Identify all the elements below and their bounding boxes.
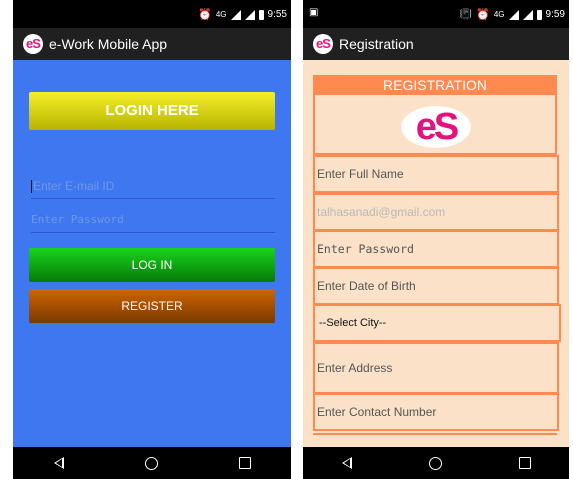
status-bar: ⏰ 4G 9:55: [13, 0, 291, 28]
status-bar: ▣ 📳 ⏰ 4G 9:59: [303, 0, 569, 28]
alarm-icon: ⏰: [476, 9, 490, 21]
status-icons: ⏰ 4G 9:55: [198, 8, 287, 21]
status-icons: 📳 ⏰ 4G 9:59: [460, 8, 565, 21]
app-bar: eS e-Work Mobile App: [13, 28, 291, 60]
contact-number-field[interactable]: Enter Contact Number: [313, 393, 559, 431]
email-field[interactable]: Enter E-mail ID: [31, 174, 275, 199]
form-header: REGISTRATION: [313, 75, 557, 95]
password-placeholder: Enter Password: [31, 213, 124, 226]
brand-logo: eS: [401, 106, 471, 148]
battery-icon: [258, 9, 264, 20]
image-notification-icon: ▣: [309, 7, 319, 18]
register-button[interactable]: REGISTER: [29, 289, 275, 323]
password-field[interactable]: Enter Password: [31, 208, 275, 233]
full-name-field[interactable]: Enter Full Name: [313, 155, 559, 193]
email-placeholder: Enter E-mail ID: [33, 179, 115, 193]
login-content: LOGIN HERE Enter E-mail ID Enter Passwor…: [13, 60, 291, 447]
registration-screen: ▣ 📳 ⏰ 4G 9:59 eS Registration REGISTRATI…: [303, 0, 569, 479]
battery-icon: [536, 9, 542, 20]
login-screen: ⏰ 4G 9:55 eS e-Work Mobile App LOGIN HER…: [13, 0, 291, 479]
address-placeholder: Enter Address: [317, 361, 393, 375]
password-field[interactable]: Enter Password: [313, 230, 559, 268]
home-icon[interactable]: [428, 456, 442, 470]
full-name-placeholder: Enter Full Name: [317, 167, 404, 181]
dob-placeholder: Enter Date of Birth: [317, 279, 416, 293]
clock: 9:59: [545, 9, 565, 20]
network-type: 4G: [493, 10, 505, 19]
signal-icon: [230, 9, 241, 20]
email-field[interactable]: talhasanadi@gmail.com: [313, 193, 559, 231]
city-select[interactable]: --Select City--: [313, 304, 561, 342]
back-icon[interactable]: [341, 457, 352, 469]
clock: 9:55: [267, 9, 287, 20]
log-in-button[interactable]: LOG IN: [29, 248, 275, 282]
login-here-button[interactable]: LOGIN HERE: [29, 92, 275, 130]
recents-icon[interactable]: [238, 457, 251, 469]
signal-icon: [508, 9, 519, 20]
nav-bar: [13, 447, 291, 479]
text-cursor: [31, 180, 32, 194]
home-icon[interactable]: [144, 456, 158, 470]
email-value: talhasanadi@gmail.com: [317, 205, 446, 219]
network-type: 4G: [215, 10, 227, 19]
app-title: Registration: [339, 36, 414, 52]
app-bar: eS Registration: [303, 28, 569, 60]
app-title: e-Work Mobile App: [49, 36, 168, 52]
date-of-birth-field[interactable]: Enter Date of Birth: [313, 267, 559, 305]
vibrate-icon: 📳: [459, 9, 473, 20]
app-logo: eS: [313, 34, 333, 54]
password-placeholder: Enter Password: [317, 242, 414, 256]
contact-placeholder: Enter Contact Number: [317, 405, 437, 419]
registration-form: REGISTRATION eS Enter Full Name talhasan…: [303, 60, 569, 447]
alarm-icon: ⏰: [198, 9, 212, 21]
form-divider: [313, 433, 557, 435]
address-field[interactable]: Enter Address: [313, 342, 559, 394]
nav-bar: [303, 447, 569, 479]
recents-icon[interactable]: [518, 457, 531, 469]
city-selected-value: --Select City--: [319, 317, 387, 329]
signal-icon: [522, 9, 533, 20]
app-logo: eS: [23, 34, 43, 54]
signal-icon: [244, 9, 255, 20]
back-icon[interactable]: [53, 457, 64, 469]
